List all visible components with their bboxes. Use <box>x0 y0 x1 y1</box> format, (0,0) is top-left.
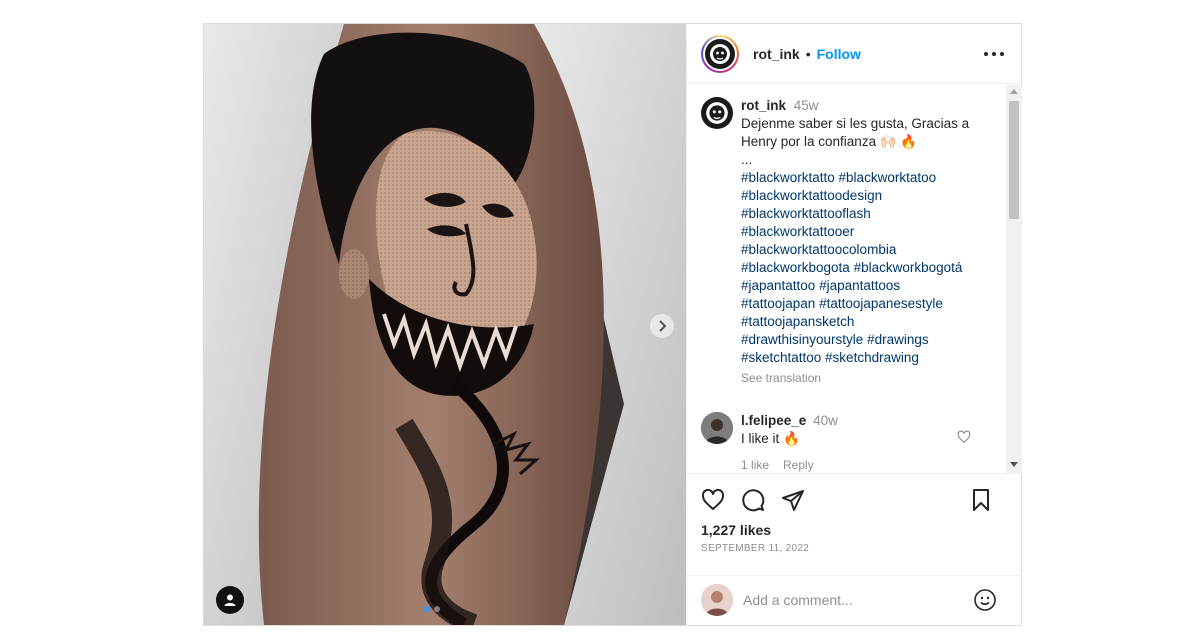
caption-text-line-2: Henry por la confianza 🙌🏻 🔥 <box>741 134 918 149</box>
header-username[interactable]: rot_ink <box>753 46 800 62</box>
more-options-dot <box>1000 52 1004 56</box>
comment-body: l.felipee_e 40w I like it 🔥 1 like Reply <box>741 412 971 473</box>
carousel-dot-active <box>424 606 430 612</box>
more-options-icon <box>984 52 988 56</box>
hashtag-line[interactable]: #blackworkbogota #blackworkbogotá <box>741 259 1001 277</box>
comment-meta: 1 like Reply <box>741 456 971 473</box>
post-actions: 1,227 likes SEPTEMBER 11, 2022 <box>687 473 1022 625</box>
lion-logo-icon <box>706 102 728 124</box>
scroll-down-arrow-icon[interactable] <box>1010 462 1018 467</box>
chevron-right-icon <box>659 320 667 332</box>
tattoo-photo <box>204 24 686 625</box>
hashtag-line[interactable]: #tattoojapan #tattoojapanesestyle <box>741 295 1001 313</box>
instagram-post: rot_ink • Follow rot_ink 45w Dejenme sab… <box>203 23 1022 626</box>
caption-username[interactable]: rot_ink <box>741 98 786 113</box>
commenter-photo <box>701 412 733 444</box>
post-media[interactable] <box>204 24 686 625</box>
caption-body: rot_ink 45w Dejenme saber si les gusta, … <box>741 97 1001 387</box>
emoji-icon[interactable] <box>973 588 997 612</box>
comment-likes-count[interactable]: 1 like <box>741 456 769 473</box>
caption-avatar[interactable] <box>701 97 733 129</box>
avatar-border <box>703 36 737 71</box>
heart-icon[interactable] <box>701 488 725 512</box>
more-options-button[interactable] <box>984 46 1004 62</box>
bookmark-icon[interactable] <box>969 488 993 512</box>
comment-icon[interactable] <box>741 488 765 512</box>
carousel-indicator <box>424 606 440 612</box>
story-ring[interactable] <box>701 34 739 73</box>
comment-time[interactable]: 40w <box>813 413 838 428</box>
current-user-photo <box>701 584 733 616</box>
more-options-dot <box>992 52 996 56</box>
follow-button[interactable]: Follow <box>817 46 861 62</box>
avatar <box>705 38 735 69</box>
comments-scrollbar[interactable] <box>1006 85 1022 473</box>
hashtag-line[interactable]: #blackworktattooer <box>741 223 1001 241</box>
next-image-button[interactable] <box>650 314 674 338</box>
hashtag-line[interactable]: #sketchtattoo #sketchdrawing <box>741 349 1001 367</box>
carousel-dot <box>434 606 440 612</box>
lion-logo-icon <box>710 43 730 64</box>
comments-section[interactable]: rot_ink 45w Dejenme saber si les gusta, … <box>687 85 1022 473</box>
hashtags: #blackworktatto #blackworktatoo #blackwo… <box>741 169 1001 367</box>
commenter-username[interactable]: l.felipee_e <box>741 413 806 428</box>
commenter-avatar[interactable] <box>701 412 733 444</box>
hashtag-line[interactable]: #drawthisinyourstyle #drawings <box>741 331 1001 349</box>
share-icon[interactable] <box>781 488 805 512</box>
header-separator: • <box>805 45 811 62</box>
post-date[interactable]: SEPTEMBER 11, 2022 <box>701 543 809 554</box>
see-translation-link[interactable]: See translation <box>741 369 1001 387</box>
caption-text-line-1: Dejenme saber si les gusta, Gracias a <box>741 116 970 131</box>
scroll-thumb[interactable] <box>1009 101 1019 219</box>
add-comment-bar <box>687 575 1022 625</box>
likes-count[interactable]: 1,227 likes <box>701 522 771 538</box>
hashtag-line[interactable]: #blackworktattoodesign <box>741 187 1001 205</box>
heart-icon[interactable] <box>957 430 971 444</box>
action-icons <box>701 488 1007 514</box>
hashtag-line[interactable]: #blackworktattooflash <box>741 205 1001 223</box>
hashtag-line[interactable]: #blackworktatto #blackworktatoo <box>741 169 1001 187</box>
caption-ellipsis: ... <box>741 152 753 167</box>
comment-text: I like it 🔥 <box>741 431 800 446</box>
post-header: rot_ink • Follow <box>687 24 1022 84</box>
user-tag-icon <box>224 594 236 606</box>
caption-time[interactable]: 45w <box>794 98 819 113</box>
user-tag-button[interactable] <box>216 586 244 614</box>
comment-reply-button[interactable]: Reply <box>783 456 814 473</box>
post-side-panel: rot_ink • Follow rot_ink 45w Dejenme sab… <box>686 24 1022 625</box>
hashtag-line[interactable]: #tattoojapansketch <box>741 313 1001 331</box>
current-user-avatar <box>701 584 733 616</box>
add-comment-input[interactable] <box>743 590 963 610</box>
scroll-up-arrow-icon[interactable] <box>1010 89 1018 94</box>
hashtag-line[interactable]: #japantattoo #japantattoos <box>741 277 1001 295</box>
hashtag-line[interactable]: #blackworktattoocolombia <box>741 241 1001 259</box>
